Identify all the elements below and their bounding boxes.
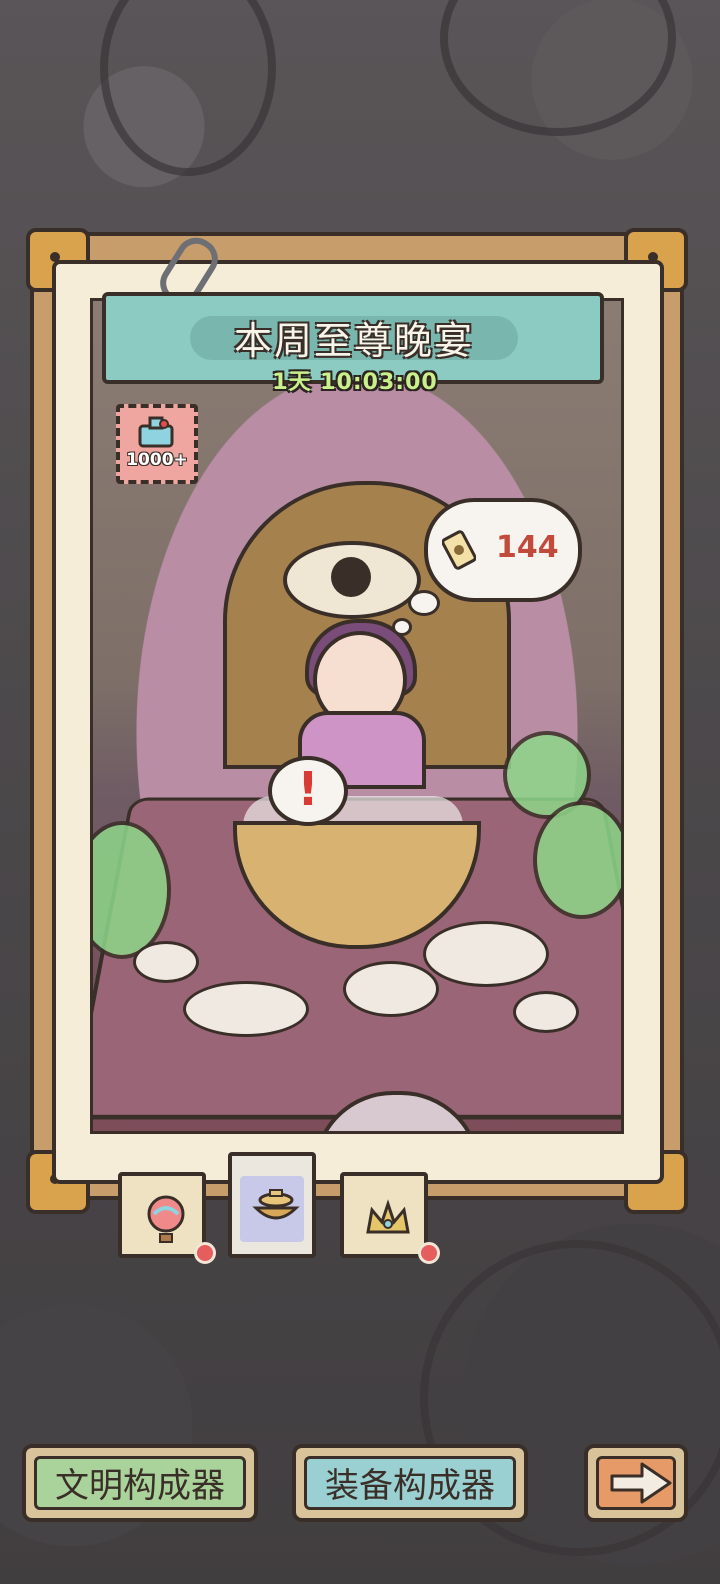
equipment-composer-button[interactable]: 装备构成器 (292, 1444, 528, 1522)
civilization-composer-button[interactable]: 文明构成器 (22, 1444, 258, 1522)
bubble-dot (392, 618, 412, 636)
bubble-count: 144 (496, 530, 559, 565)
balloon-icon (147, 1195, 185, 1243)
arrow-right-icon (610, 1462, 672, 1504)
tab-crown[interactable] (340, 1172, 428, 1258)
alien-guest[interactable] (533, 801, 621, 919)
dinner-plate (423, 921, 549, 987)
eye-emblem (283, 541, 421, 619)
dinner-plate (343, 961, 439, 1017)
dinner-plate (513, 991, 579, 1033)
crown-icon (366, 1199, 410, 1234)
exclamation-icon: ! (297, 762, 319, 816)
next-button[interactable] (584, 1444, 688, 1522)
event-timer: 1天 10:03:00 (272, 370, 438, 395)
stamp-count: 1000+ (126, 450, 188, 470)
hotpot-icon (252, 1189, 300, 1220)
tab-notification-dot (418, 1242, 440, 1264)
tab-balloon[interactable] (118, 1172, 206, 1258)
event-title: 本周至尊晚宴 (233, 319, 474, 363)
bubble-dot (408, 590, 440, 616)
dinner-plate (133, 941, 199, 983)
dinner-plate (183, 981, 309, 1037)
civilization-composer-label: 文明构成器 (55, 1466, 225, 1506)
equipment-composer-label: 装备构成器 (325, 1466, 495, 1506)
stamp-reward-icon (138, 416, 174, 448)
ticket-icon (442, 530, 476, 570)
tab-hotpot[interactable] (228, 1152, 316, 1258)
tab-notification-dot (194, 1242, 216, 1264)
